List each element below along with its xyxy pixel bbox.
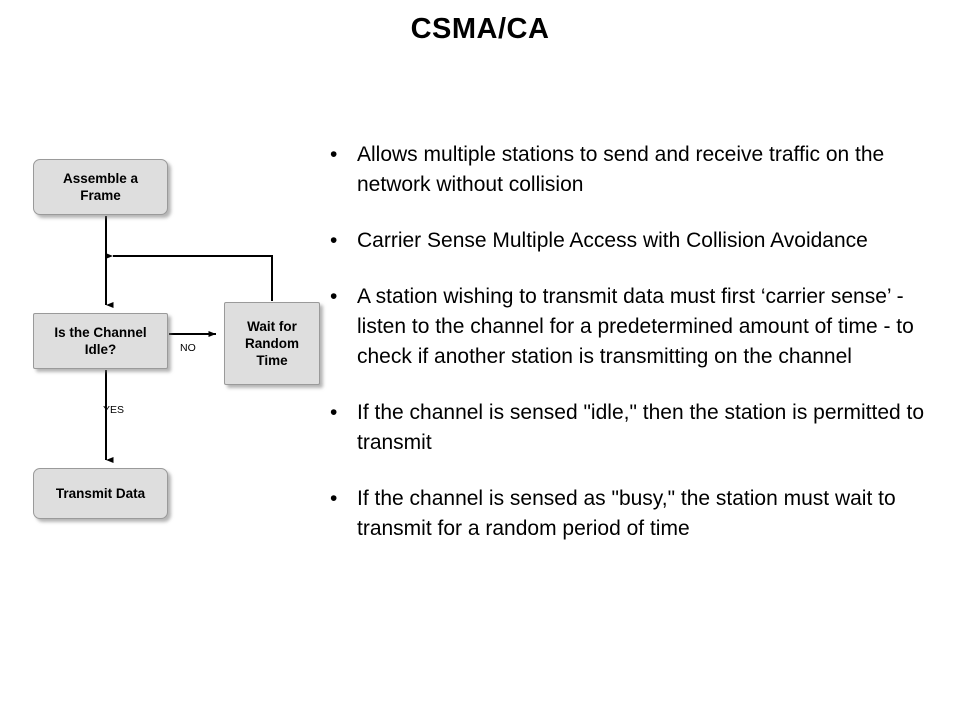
connector-wait-feedback-loop	[105, 253, 273, 301]
list-item: • If the channel is sensed as "busy," th…	[325, 484, 955, 544]
bullet-text: Carrier Sense Multiple Access with Colli…	[357, 229, 868, 252]
flow-node-label: Transmit Data	[55, 485, 146, 501]
flow-node-label: Wait for Random Time	[245, 318, 299, 369]
bullet-dot-icon: •	[330, 143, 338, 166]
flowchart-diagram: Wait for Random Time --> Transmit Data -…	[0, 0, 340, 560]
bullet-dot-icon: •	[330, 401, 338, 424]
bullet-text: If the channel is sensed as "busy," the …	[357, 487, 896, 540]
bullet-text: Allows multiple stations to send and rec…	[357, 143, 885, 196]
flow-node-transmit-data[interactable]: Transmit Data	[33, 468, 168, 519]
list-item: • If the channel is sensed "idle," then …	[325, 398, 955, 458]
flow-node-is-channel-idle[interactable]: Is the Channel Idle?	[33, 313, 168, 369]
bullet-text: If the channel is sensed "idle," then th…	[357, 401, 925, 454]
edge-label-yes: YES	[103, 404, 125, 416]
list-item: • Allows multiple stations to send and r…	[325, 140, 955, 200]
bullet-dot-icon: •	[330, 487, 338, 510]
flow-node-label: Is the Channel Idle?	[54, 324, 147, 357]
bullet-text: A station wishing to transmit data must …	[357, 285, 914, 368]
list-item: • A station wishing to transmit data mus…	[325, 282, 955, 372]
flow-node-assemble-frame[interactable]: Assemble a Frame	[33, 159, 168, 215]
list-item: • Carrier Sense Multiple Access with Col…	[325, 226, 955, 256]
bullet-dot-icon: •	[330, 229, 338, 252]
bullet-list: • Allows multiple stations to send and r…	[325, 140, 955, 544]
flow-node-wait-random-time[interactable]: Wait for Random Time	[224, 302, 320, 385]
flow-node-label: Assemble a Frame	[62, 170, 139, 203]
edge-label-no: NO	[180, 342, 196, 354]
bullet-dot-icon: •	[330, 285, 338, 308]
